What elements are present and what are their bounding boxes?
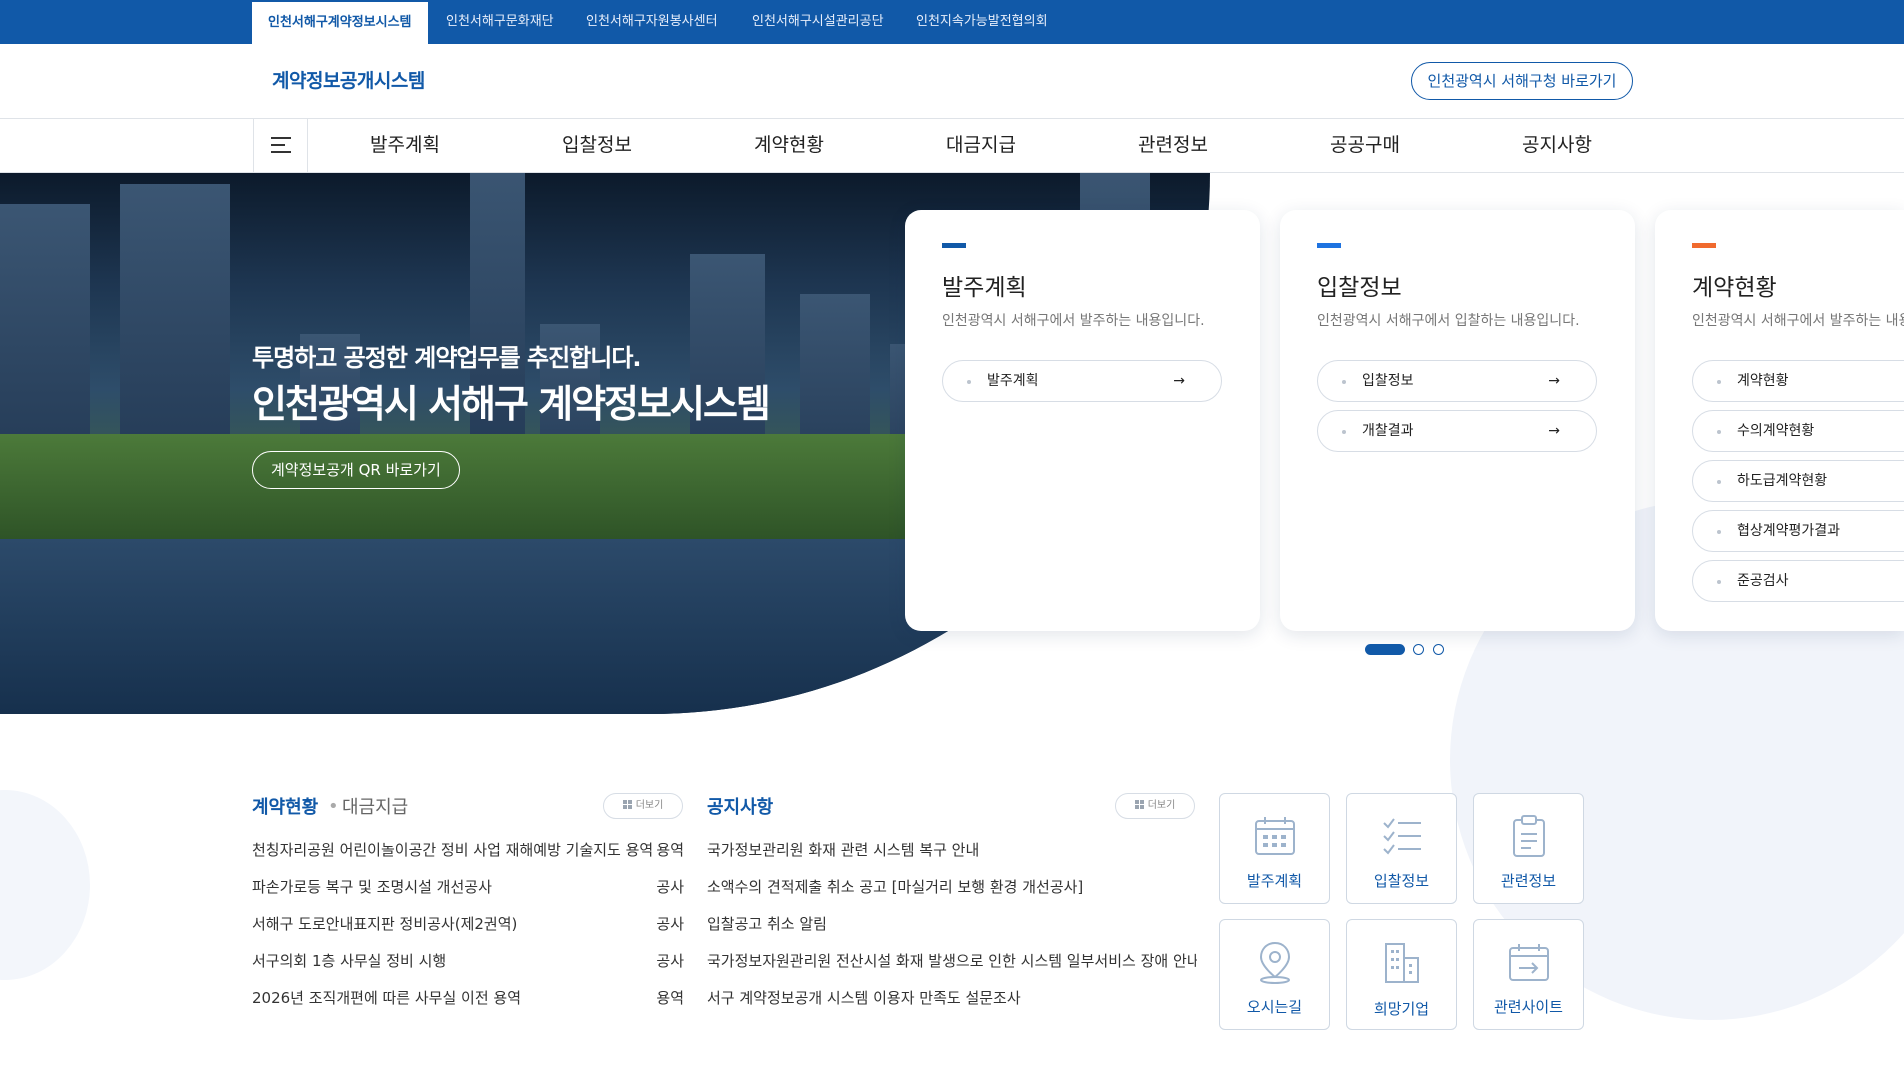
payment-section-tab[interactable]: 대금지급: [342, 793, 408, 819]
grid-icon: [622, 800, 632, 809]
grid-icon: [1134, 800, 1144, 809]
gnb-item-related-info[interactable]: 관련정보: [1138, 118, 1208, 172]
list-item[interactable]: 서해구 도로안내표지판 정비공사(제2권역) 공사: [252, 913, 684, 935]
gnb-item-contract-status[interactable]: 계약현황: [754, 118, 824, 172]
gnb-item-payment[interactable]: 대금지급: [946, 118, 1016, 172]
section-separator: •: [328, 796, 339, 817]
card-bid-info: 입찰정보 인천광역시 서해구에서 입찰하는 내용입니다. 입찰정보 → 개찰결과 →: [1280, 210, 1635, 631]
gnb-item-public-purchase[interactable]: 공공구매: [1330, 118, 1400, 172]
tab-volunteer-center[interactable]: 인천서해구자원봉사센터: [586, 0, 718, 44]
tab-culture-foundation[interactable]: 인천서해구문화재단: [446, 0, 554, 44]
card-contract-status: 계약현황 인천광역시 서해구에서 발주하는 내용입니다. 계약현황 수의계약현황…: [1655, 210, 1904, 631]
map-pin-icon: [1259, 941, 1291, 984]
card-link-bid-info[interactable]: 입찰정보 →: [1317, 360, 1597, 402]
card-title: 발주계획: [942, 275, 1027, 301]
card-link-contract-status[interactable]: 계약현황: [1692, 360, 1904, 402]
tab-facility-corp[interactable]: 인천서해구시설관리공단: [752, 0, 884, 44]
building-icon: [1385, 943, 1419, 983]
card-description: 인천광역시 서해구에서 입찰하는 내용입니다.: [1317, 313, 1580, 329]
quick-link-related-sites[interactable]: 관련사이트: [1473, 919, 1584, 1030]
site-network-bar: 인천서해구계약정보시스템 인천서해구문화재단 인천서해구자원봉사센터 인천서해구…: [0, 0, 1904, 44]
calendar-icon: [1255, 817, 1295, 855]
contracts-section-title[interactable]: 계약현황: [252, 793, 318, 819]
card-link-private-contract[interactable]: 수의계약현황: [1692, 410, 1904, 452]
notices-more-button[interactable]: 더보기: [1115, 793, 1195, 819]
card-order-plan: 발주계획 인천광역시 서해구에서 발주하는 내용입니다. 발주계획 →: [905, 210, 1260, 631]
list-item[interactable]: 소액수의 견적제출 취소 공고 [마실거리 보행 환경 개선공사]: [707, 876, 1197, 898]
card-accent-bar: [1692, 243, 1716, 248]
gnb-item-notices[interactable]: 공지사항: [1522, 118, 1592, 172]
card-link-completion-inspection[interactable]: 준공검사: [1692, 560, 1904, 602]
tab-contract-system[interactable]: 인천서해구계약정보시스템: [252, 2, 428, 44]
list-item[interactable]: 서구 계약정보공개 시스템 이용자 만족도 설문조사: [707, 987, 1197, 1009]
contracts-more-button[interactable]: 더보기: [603, 793, 683, 819]
external-link-icon: [1509, 944, 1549, 981]
card-title: 계약현황: [1692, 275, 1777, 301]
list-item[interactable]: 2026년 조직개편에 따른 사무실 이전 용역 용역: [252, 987, 684, 1009]
list-item[interactable]: 입찰공고 취소 알림: [707, 913, 1197, 935]
qr-shortcut-button[interactable]: 계약정보공개 QR 바로가기: [252, 451, 460, 489]
checklist-icon: [1383, 818, 1421, 855]
clipboard-icon: [1513, 815, 1545, 857]
card-link-negotiation-results[interactable]: 협상계약평가결과: [1692, 510, 1904, 552]
card-description: 인천광역시 서해구에서 발주하는 내용입니다.: [942, 313, 1205, 329]
notices-section-title[interactable]: 공지사항: [707, 793, 773, 819]
quick-link-hope-company[interactable]: 희망기업: [1346, 919, 1457, 1030]
card-link-order-plan[interactable]: 발주계획 →: [942, 360, 1222, 402]
site-logo[interactable]: 계약정보공개시스템: [272, 66, 425, 93]
carousel-pager-dot[interactable]: [1433, 644, 1444, 655]
quick-link-order-plan[interactable]: 발주계획: [1219, 793, 1330, 904]
list-item[interactable]: 파손가로등 복구 및 조명시설 개선공사 공사: [252, 876, 684, 898]
quick-link-directions[interactable]: 오시는길: [1219, 919, 1330, 1030]
carousel-pager-active[interactable]: [1365, 644, 1405, 655]
tab-sustainability-council[interactable]: 인천지속가능발전협의회: [916, 0, 1048, 44]
gnb-item-bid-info[interactable]: 입찰정보: [562, 118, 632, 172]
arrow-right-icon: →: [1548, 423, 1560, 439]
list-item[interactable]: 서구의회 1층 사무실 정비 시행 공사: [252, 950, 684, 972]
hero-title: 인천광역시 서해구 계약정보시스템: [252, 382, 771, 426]
menu-icon[interactable]: [253, 118, 308, 172]
gnb-item-order-plan[interactable]: 발주계획: [370, 118, 440, 172]
list-item[interactable]: 국가정보관리원 화재 관련 시스템 복구 안내: [707, 839, 1197, 861]
card-title: 입찰정보: [1317, 275, 1402, 301]
card-accent-bar: [1317, 243, 1341, 248]
district-office-shortcut-button[interactable]: 인천광역시 서해구청 바로가기: [1411, 62, 1633, 100]
quick-link-related-info[interactable]: 관련정보: [1473, 793, 1584, 904]
list-item[interactable]: 국가정보자원관리원 전산시설 화재 발생으로 인한 시스템 일부서비스 장애 안…: [707, 950, 1197, 972]
quick-link-bid-info[interactable]: 입찰정보: [1346, 793, 1457, 904]
hero-subtitle: 투명하고 공정한 계약업무를 추진합니다.: [252, 344, 642, 372]
card-description: 인천광역시 서해구에서 발주하는 내용입니다.: [1692, 313, 1904, 329]
carousel-pager-dot[interactable]: [1413, 644, 1424, 655]
card-link-subcontract[interactable]: 하도급계약현황: [1692, 460, 1904, 502]
list-item[interactable]: 천칭자리공원 어린이놀이공간 정비 사업 재해예방 기술지도 용역 용역: [252, 839, 684, 861]
card-link-bid-results[interactable]: 개찰결과 →: [1317, 410, 1597, 452]
arrow-right-icon: →: [1548, 373, 1560, 389]
card-accent-bar: [942, 243, 966, 248]
decorative-circle-left: [0, 790, 90, 980]
arrow-right-icon: →: [1173, 373, 1185, 389]
